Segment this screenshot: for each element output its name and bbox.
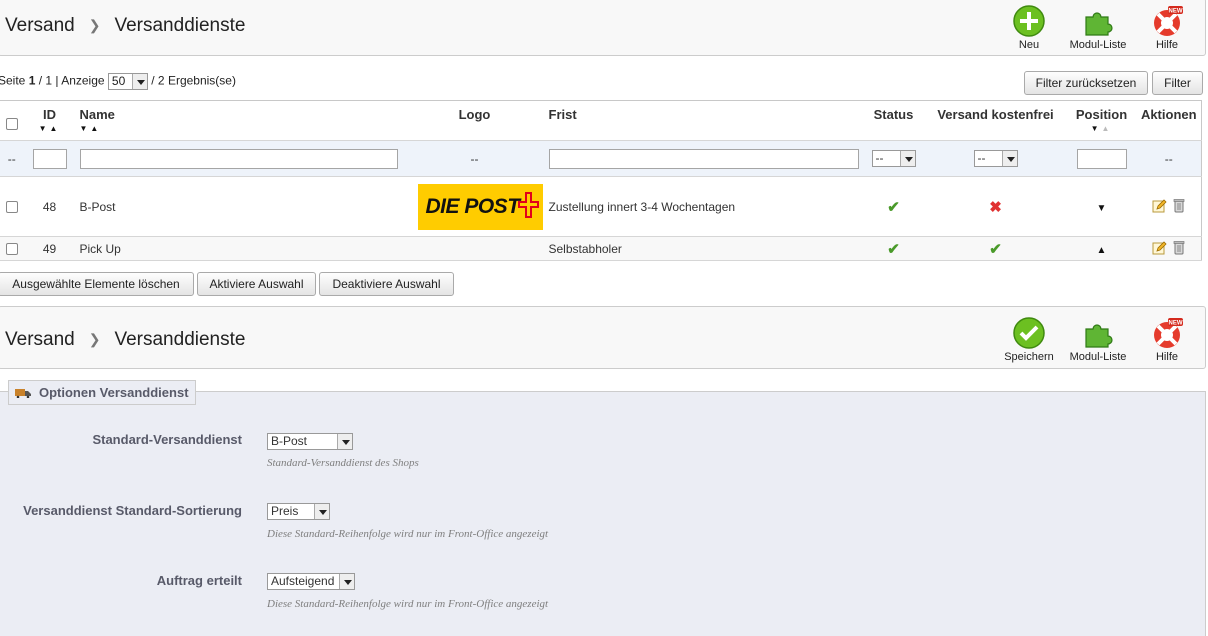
chevron-down-icon xyxy=(131,74,147,89)
chevron-down-icon xyxy=(899,151,915,166)
filter-button[interactable]: Filter xyxy=(1152,71,1203,95)
chevron-right-icon: ❯ xyxy=(88,17,101,33)
deactivate-selection-button[interactable]: Deaktiviere Auswahl xyxy=(319,272,454,296)
delete-icon[interactable] xyxy=(1173,198,1185,213)
help-button[interactable]: NEW Hilfe xyxy=(1135,5,1199,51)
move-down-icon[interactable]: ▼ xyxy=(1097,203,1107,214)
chevron-down-icon xyxy=(314,504,329,519)
header-status: Status xyxy=(873,107,914,122)
chevron-down-icon xyxy=(337,434,352,449)
row-name: B-Post xyxy=(74,176,407,237)
row-id: 48 xyxy=(24,176,75,237)
pagination: Seite 1 / 1 | Anzeige 50 / 2 Ergebnis(se… xyxy=(0,73,236,90)
svg-text:NEW: NEW xyxy=(1169,9,1183,15)
default-sort-select[interactable]: Preis xyxy=(267,503,330,520)
header-id: ID xyxy=(43,107,56,122)
free-shipping-filter-select[interactable]: -- xyxy=(973,150,1018,167)
header-free-shipping: Versand kostenfrei xyxy=(937,107,1054,122)
die-post-logo: DIE POST xyxy=(417,183,543,230)
move-up-icon[interactable]: ▲ xyxy=(1097,245,1107,256)
lifebuoy-icon: NEW xyxy=(1154,6,1183,36)
table-header: ID ▼▲ Name ▼▲ Logo Frist Status Versand ko… xyxy=(0,100,1202,141)
row-frist: Zustellung innert 3-4 Wochentagen xyxy=(542,176,863,237)
order-placed-label: Auftrag erteilt xyxy=(156,573,242,588)
breadcrumb: Versand ❯ Versanddienste xyxy=(5,15,245,37)
check-icon[interactable]: ✔ xyxy=(989,241,1002,258)
current-page: 1 xyxy=(28,73,36,88)
breadcrumb-item-versand[interactable]: Versand xyxy=(5,329,75,350)
sort-arrows-icon[interactable]: ▼▲ xyxy=(25,124,75,133)
breadcrumb-item-versanddienste: Versanddienste xyxy=(114,15,246,36)
default-sort-hint: Diese Standard-Reihenfolge wird nur im F… xyxy=(267,528,549,540)
module-list-button[interactable]: Modul-Liste xyxy=(1066,317,1130,363)
module-list-button[interactable]: Modul-Liste xyxy=(1066,5,1130,51)
default-carrier-hint: Standard-Versanddienst des Shops xyxy=(267,457,419,469)
header-name: Name xyxy=(79,107,115,122)
frist-filter-input[interactable] xyxy=(548,148,859,169)
row-name: Pick Up xyxy=(74,236,407,261)
id-filter-input[interactable] xyxy=(32,148,67,169)
per-page-select[interactable]: 50 xyxy=(107,73,148,90)
header-actions: Aktionen xyxy=(1140,107,1197,122)
chevron-right-icon: ❯ xyxy=(88,331,101,347)
status-filter-select[interactable]: -- xyxy=(871,150,916,167)
lifebuoy-icon: NEW xyxy=(1154,318,1183,348)
row-frist: Selbstabholer xyxy=(542,236,863,261)
sort-arrows-icon[interactable]: ▼▲ xyxy=(80,124,407,133)
chevron-down-icon xyxy=(1001,151,1017,166)
check-icon[interactable]: ✔ xyxy=(887,241,900,258)
activate-selection-button[interactable]: Aktiviere Auswahl xyxy=(197,272,316,296)
header-logo: Logo xyxy=(458,107,491,122)
row-logo-empty xyxy=(406,236,543,261)
puzzle-icon xyxy=(1085,12,1113,36)
check-icon[interactable]: ✔ xyxy=(887,199,900,216)
filter-row: -- -- -- -- -- xyxy=(0,140,1202,177)
sort-arrows-icon[interactable]: ▼▲ xyxy=(1067,124,1137,133)
breadcrumb-item-versand[interactable]: Versand xyxy=(5,15,75,36)
bottom-toolbar: Versand ❯ Versanddienste Speichern Modul-L… xyxy=(0,306,1206,369)
help-button[interactable]: NEW Hilfe xyxy=(1135,317,1199,363)
new-button[interactable]: Neu xyxy=(997,5,1061,51)
edit-icon[interactable] xyxy=(1152,240,1167,255)
default-sort-label: Versanddienst Standard-Sortierung xyxy=(23,503,242,518)
chevron-down-icon xyxy=(339,574,354,589)
select-all-checkbox[interactable] xyxy=(5,117,18,130)
results-count: / 2 Ergebnis(se) xyxy=(151,73,236,88)
options-legend: Optionen Versanddienst xyxy=(8,380,196,405)
svg-text:NEW: NEW xyxy=(1169,321,1183,327)
row-checkbox[interactable] xyxy=(5,243,18,256)
cross-icon[interactable]: ✖ xyxy=(989,199,1002,216)
order-placed-hint: Diese Standard-Reihenfolge wird nur im F… xyxy=(267,598,549,610)
swiss-cross-icon xyxy=(517,191,539,218)
breadcrumb-item-versanddienste: Versanddienste xyxy=(114,329,246,350)
add-icon xyxy=(1013,5,1045,37)
save-button[interactable]: Speichern xyxy=(997,317,1061,363)
row-id: 49 xyxy=(24,236,75,261)
name-filter-input[interactable] xyxy=(79,148,398,169)
position-filter-input[interactable] xyxy=(1076,148,1127,169)
default-carrier-select[interactable]: B-Post xyxy=(267,433,353,450)
puzzle-icon xyxy=(1085,324,1113,348)
delete-icon[interactable] xyxy=(1173,240,1185,255)
table-row[interactable]: 49 Pick Up Selbstabholer ✔ ✔ ▲ xyxy=(0,236,1202,261)
delete-selected-button[interactable]: Ausgewählte Elemente löschen xyxy=(0,272,194,296)
edit-icon[interactable] xyxy=(1152,198,1167,213)
table-row[interactable]: 48 B-Post DIE POST Zustellung innert 3-4… xyxy=(0,176,1202,237)
save-check-icon xyxy=(1013,317,1045,349)
reset-filter-button[interactable]: Filter zurücksetzen xyxy=(1024,71,1148,95)
header-position: Position xyxy=(1075,107,1128,122)
top-toolbar: Versand ❯ Versanddienste Neu Modul-Liste N… xyxy=(0,0,1206,56)
truck-icon xyxy=(15,388,31,398)
carriers-table: ID ▼▲ Name ▼▲ Logo Frist Status Versand ko… xyxy=(0,100,1202,261)
row-checkbox[interactable] xyxy=(5,201,18,214)
order-placed-select[interactable]: Aufsteigend xyxy=(267,573,355,590)
header-frist: Frist xyxy=(548,107,577,122)
default-carrier-label: Standard-Versanddienst xyxy=(92,432,242,447)
breadcrumb: Versand ❯ Versanddienste xyxy=(5,329,245,351)
